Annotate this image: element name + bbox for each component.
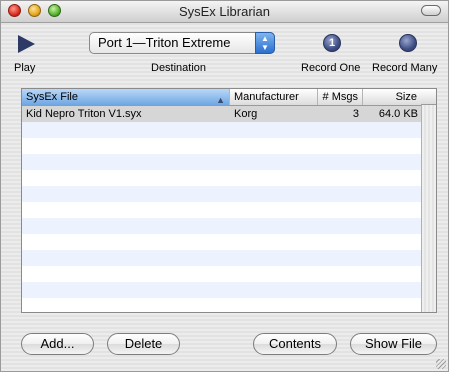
delete-button[interactable]: Delete: [107, 333, 180, 355]
column-header-label: Size: [395, 91, 417, 103]
add-button[interactable]: Add...: [21, 333, 94, 355]
record-many-label: Record Many: [372, 62, 438, 74]
table-row[interactable]: Kid Nepro Triton V1.syx Korg 3 64.0 KB: [22, 106, 422, 122]
cell-size: 64.0 KB: [378, 108, 418, 120]
record-many-icon: [399, 34, 417, 52]
resize-grip-icon[interactable]: [436, 359, 446, 369]
contents-button[interactable]: Contents: [253, 333, 337, 355]
record-one-badge: 1: [328, 37, 336, 49]
main-window: SysEx Librarian Play Port 1—Triton Extre…: [0, 0, 449, 372]
table-rows: Kid Nepro Triton V1.syx Korg 3 64.0 KB: [22, 106, 422, 312]
empty-row: [22, 122, 422, 138]
column-header-size[interactable]: Size: [363, 89, 422, 105]
column-header-label: Manufacturer: [234, 91, 299, 103]
empty-row: [22, 138, 422, 154]
sysex-file-table[interactable]: SysEx File ▲ Manufacturer # Msgs Size Ki…: [21, 88, 437, 313]
empty-row: [22, 234, 422, 250]
destination-value: Port 1—Triton Extreme: [98, 35, 231, 50]
empty-row: [22, 282, 422, 298]
empty-row: [22, 154, 422, 170]
empty-row: [22, 250, 422, 266]
play-label: Play: [14, 62, 36, 74]
destination-label: Destination: [151, 62, 207, 74]
empty-row: [22, 218, 422, 234]
cell-file: Kid Nepro Triton V1.syx: [26, 108, 142, 120]
column-header-sysex-file[interactable]: SysEx File ▲: [22, 89, 230, 105]
empty-row: [22, 266, 422, 282]
empty-row: [22, 186, 422, 202]
empty-row: [22, 170, 422, 186]
vertical-scrollbar[interactable]: [421, 89, 436, 312]
destination-popup[interactable]: Port 1—Triton Extreme ▲ ▼: [89, 32, 275, 54]
record-one-icon: 1: [323, 34, 341, 52]
empty-row: [22, 298, 422, 312]
window-title: SysEx Librarian: [178, 4, 271, 19]
record-one-label: Record One: [301, 62, 361, 74]
table-header: SysEx File ▲ Manufacturer # Msgs Size: [22, 89, 422, 106]
cell-msgs: 3: [352, 108, 359, 120]
play-icon: [18, 35, 35, 53]
toolbar-toggle-button[interactable]: [421, 5, 441, 16]
header-corner: [421, 89, 436, 105]
title-bar[interactable]: SysEx Librarian: [1, 1, 448, 23]
show-file-button[interactable]: Show File: [350, 333, 437, 355]
column-header-label: SysEx File: [26, 91, 78, 103]
empty-row: [22, 202, 422, 218]
cell-manufacturer: Korg: [234, 108, 258, 120]
column-header-msgs[interactable]: # Msgs: [318, 89, 363, 105]
popup-arrows-icon: ▲ ▼: [255, 32, 275, 54]
column-header-manufacturer[interactable]: Manufacturer: [230, 89, 318, 105]
column-header-label: # Msgs: [322, 91, 358, 103]
